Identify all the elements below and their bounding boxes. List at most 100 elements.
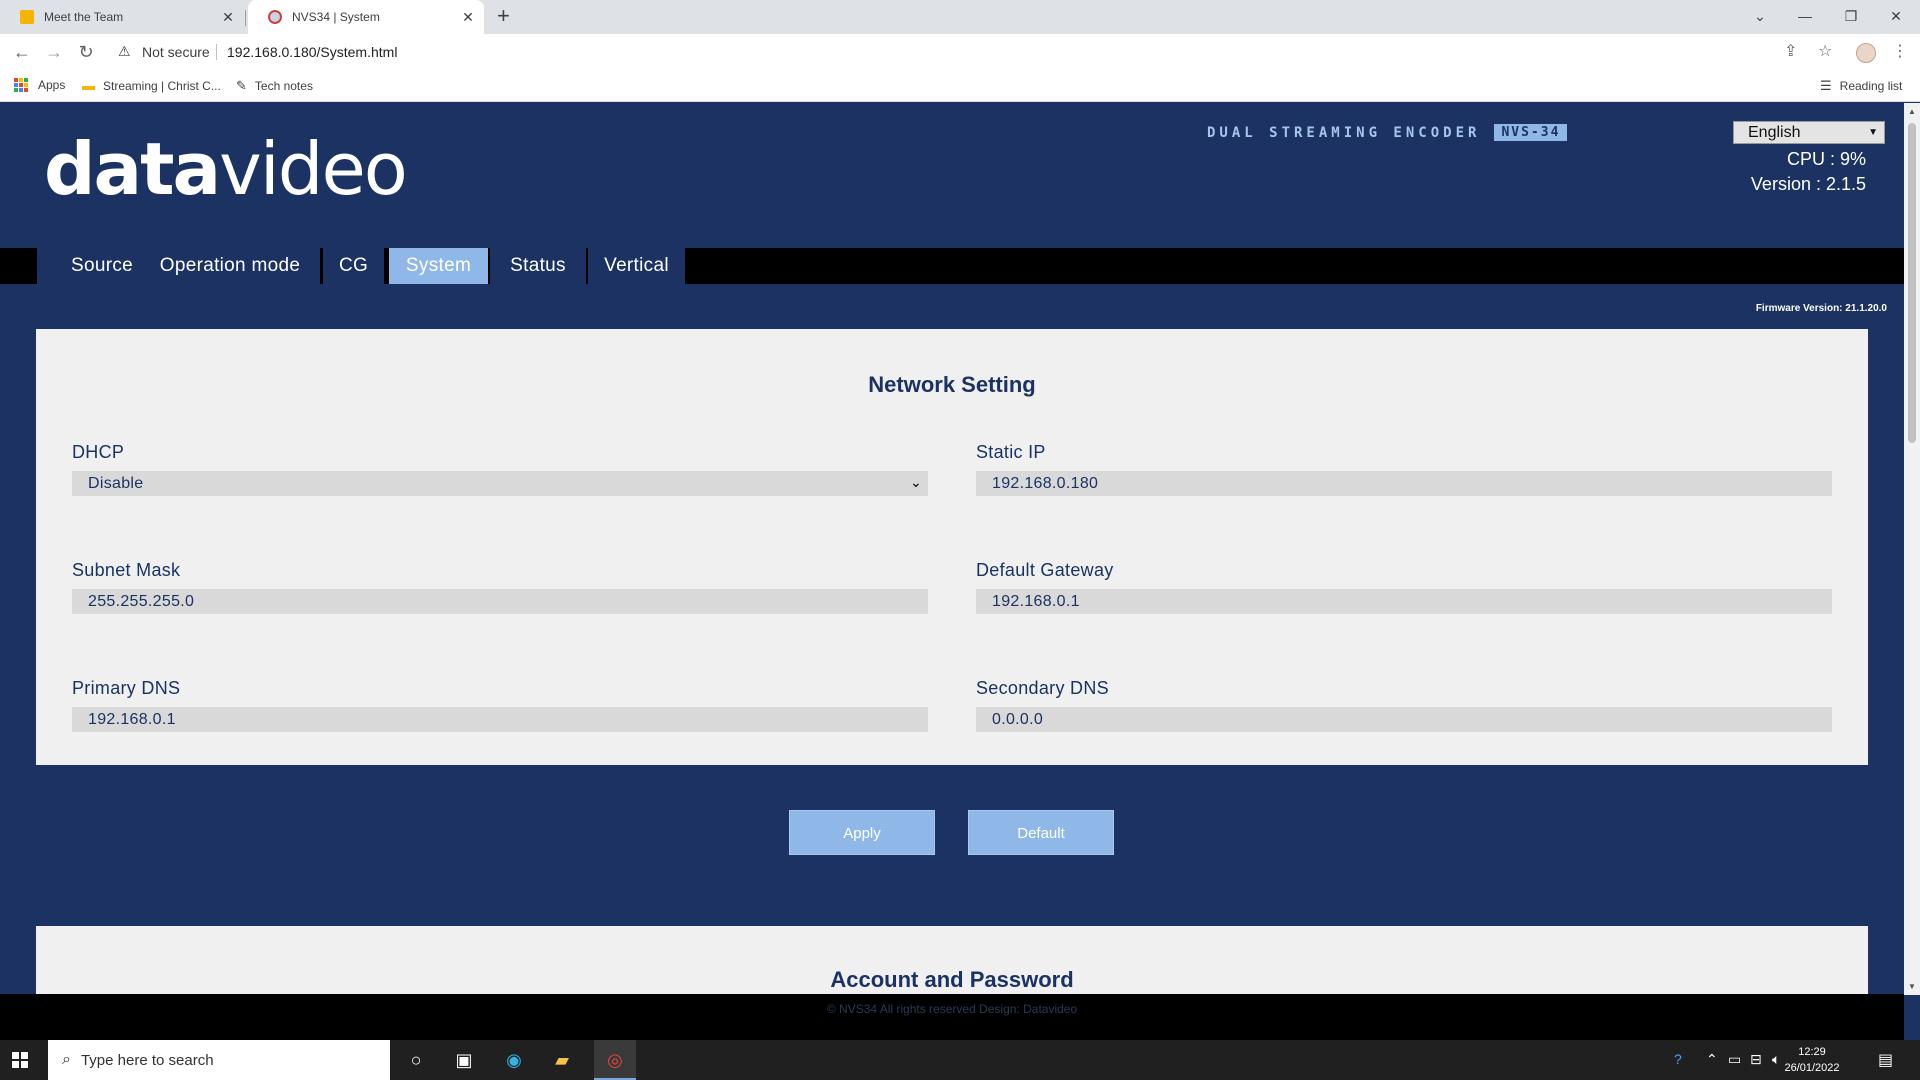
tab-title: Meet the Team [44, 10, 124, 24]
clock-date: 26/01/2022 [1784, 1062, 1840, 1074]
reload-icon[interactable]: ↻ [74, 40, 98, 64]
scroll-down-arrow-icon[interactable]: ▼ [1908, 982, 1916, 991]
tab-title: NVS34 | System [292, 10, 380, 24]
apply-button[interactable]: Apply [789, 810, 935, 855]
warning-icon[interactable]: ⚠ [118, 43, 131, 60]
main-nav: Source Operation mode CG System Status V… [0, 248, 1904, 284]
taskbar-clock[interactable]: 12:29 26/01/2022 [1782, 1044, 1842, 1076]
cpu-usage: CPU : 9% [1786, 149, 1866, 169]
primary-dns-label: Primary DNS [72, 678, 181, 698]
nav-cg[interactable]: CG [323, 248, 384, 284]
software-version: Version : 2.1.5 [1750, 174, 1866, 194]
ethernet-icon[interactable]: ⊟ [1750, 1051, 1762, 1068]
chevron-down-icon: ⌄ [909, 474, 922, 490]
chevron-down-icon: ▼ [1868, 127, 1878, 138]
scroll-up-arrow-icon[interactable]: ▲ [1908, 107, 1916, 116]
reading-list-label: Reading list [1839, 79, 1903, 93]
subnet-mask-label: Subnet Mask [72, 560, 181, 580]
tab-meet-the-team[interactable]: Meet the Team ✕ [0, 0, 244, 34]
datavideo-logo: datavideo [44, 133, 408, 205]
slides-favicon-icon [20, 10, 34, 24]
default-button[interactable]: Default [968, 810, 1114, 855]
reading-list-button[interactable]: ☰ Reading list [1820, 78, 1902, 94]
cortana-icon[interactable]: ○ [404, 1048, 428, 1072]
product-model-badge: NVS-34 [1494, 124, 1568, 141]
network-setting-title: Network Setting [868, 372, 1036, 397]
subnet-mask-input[interactable]: 255.255.255.0 [72, 589, 928, 614]
nav-vertical[interactable]: Vertical [588, 248, 685, 284]
omnibox-divider [216, 44, 217, 60]
default-gateway-input[interactable]: 192.168.0.1 [976, 589, 1832, 614]
close-tab-icon[interactable]: ✕ [220, 9, 236, 26]
language-value: English [1748, 124, 1801, 141]
bookmark-apps[interactable]: Apps [14, 78, 65, 92]
browser-toolbar: ← → ↻ ⚠ Not secure 192.168.0.180/System.… [0, 34, 1920, 70]
nav-operation-mode[interactable]: Operation mode [140, 248, 320, 284]
close-tab-icon[interactable]: ✕ [460, 9, 476, 26]
primary-dns-input[interactable]: 192.168.0.1 [72, 707, 928, 732]
bookmark-label: Apps [38, 78, 66, 92]
task-view-icon[interactable]: ▣ [452, 1048, 476, 1072]
taskbar-search-placeholder: Type here to search [80, 1051, 214, 1069]
close-window-icon[interactable]: ✕ [1876, 2, 1916, 30]
notebook-bookmark-icon: ✎ [236, 78, 247, 93]
nav-status[interactable]: Status [490, 248, 586, 284]
profile-avatar[interactable] [1856, 43, 1876, 63]
firmware-version: Firmware Version: 21.1.20.0 [1755, 303, 1887, 314]
restore-icon[interactable]: ❐ [1831, 2, 1871, 30]
product-title: DUAL STREAMING ENCODER [1207, 124, 1481, 141]
language-select[interactable]: English ▼ [1733, 121, 1885, 144]
scrollbar-thumb[interactable] [1908, 123, 1916, 443]
security-indicator[interactable]: Not secure [142, 44, 210, 60]
forward-icon[interactable]: → [42, 40, 66, 64]
default-gateway-label: Default Gateway [976, 560, 1114, 580]
apps-grid-icon [14, 78, 28, 92]
edge-icon[interactable]: ◉ [502, 1048, 526, 1072]
bookmarks-bar: Apps ▬ Streaming | Christ C... ✎ Tech no… [0, 70, 1920, 102]
tray-chevron-up-icon[interactable]: ⌃ [1706, 1051, 1718, 1068]
dhcp-value: Disable [88, 475, 144, 492]
windows-start-icon[interactable] [12, 1052, 28, 1068]
search-icon: ⌕ [62, 1051, 71, 1068]
bookmark-streaming[interactable]: ▬ Streaming | Christ C... [82, 78, 221, 93]
system-stats: CPU : 9% Version : 2.1.5 [1751, 147, 1866, 197]
reading-list-icon: ☰ [1820, 78, 1832, 93]
bookmark-tech-notes[interactable]: ✎ Tech notes [236, 78, 313, 94]
taskbar-search-input[interactable]: ⌕ Type here to search [48, 1040, 390, 1080]
help-icon[interactable]: ? [1674, 1051, 1682, 1067]
chrome-icon: ◎ [607, 1050, 623, 1070]
datavideo-favicon-icon [268, 10, 282, 24]
tab-search-chevron-icon[interactable]: ⌄ [1740, 2, 1780, 30]
minimize-icon[interactable]: — [1785, 2, 1825, 30]
bookmark-star-icon[interactable]: ☆ [1818, 41, 1832, 61]
dhcp-select[interactable]: Disable ⌄ [72, 471, 928, 496]
nav-system[interactable]: System [389, 248, 488, 284]
bookmark-label: Streaming | Christ C... [103, 78, 221, 93]
copyright-text: © NVS34 All rights reserved Design: Data… [826, 1002, 1078, 1016]
tab-separator [245, 10, 246, 26]
bookmark-label: Tech notes [254, 79, 313, 93]
network-status-icon[interactable]: ▭ [1728, 1051, 1741, 1068]
static-ip-input[interactable]: 192.168.0.180 [976, 471, 1832, 496]
clock-time: 12:29 [1798, 1046, 1826, 1058]
windows-taskbar: ⌕ Type here to search ○ ▣ ◉ ▰ ◎ ? ⌃ ▭ ⊟ … [0, 1040, 1920, 1080]
tab-nvs34-system[interactable]: NVS34 | System ✕ [248, 0, 484, 34]
product-heading: DUAL STREAMING ENCODER NVS-34 [1207, 124, 1568, 141]
secondary-dns-input[interactable]: 0.0.0.0 [976, 707, 1832, 732]
web-page: datavideo DUAL STREAMING ENCODER NVS-34 … [0, 103, 1904, 995]
account-password-panel: Account and Password [36, 926, 1868, 995]
static-ip-label: Static IP [976, 442, 1046, 462]
address-bar[interactable]: 192.168.0.180/System.html [227, 44, 397, 60]
page-scrollbar[interactable]: ▲ ▼ [1904, 103, 1920, 995]
back-icon[interactable]: ← [10, 40, 34, 64]
volume-muted-icon[interactable]: 🔈︎ [1772, 1051, 1780, 1068]
account-password-title: Account and Password [830, 967, 1074, 992]
share-icon[interactable]: ⇪ [1784, 41, 1797, 61]
copyright-footer: © NVS34 All rights reserved Design: Data… [0, 994, 1904, 1040]
notification-center-icon[interactable]: ▤ [1878, 1050, 1893, 1070]
chrome-taskbar-button[interactable]: ◎ [594, 1040, 636, 1080]
logo-bold-text: data [44, 127, 221, 211]
menu-kebab-icon[interactable]: ⋮ [1892, 41, 1908, 61]
new-tab-plus-icon[interactable]: + [497, 3, 510, 29]
file-explorer-icon[interactable]: ▰ [550, 1048, 574, 1072]
